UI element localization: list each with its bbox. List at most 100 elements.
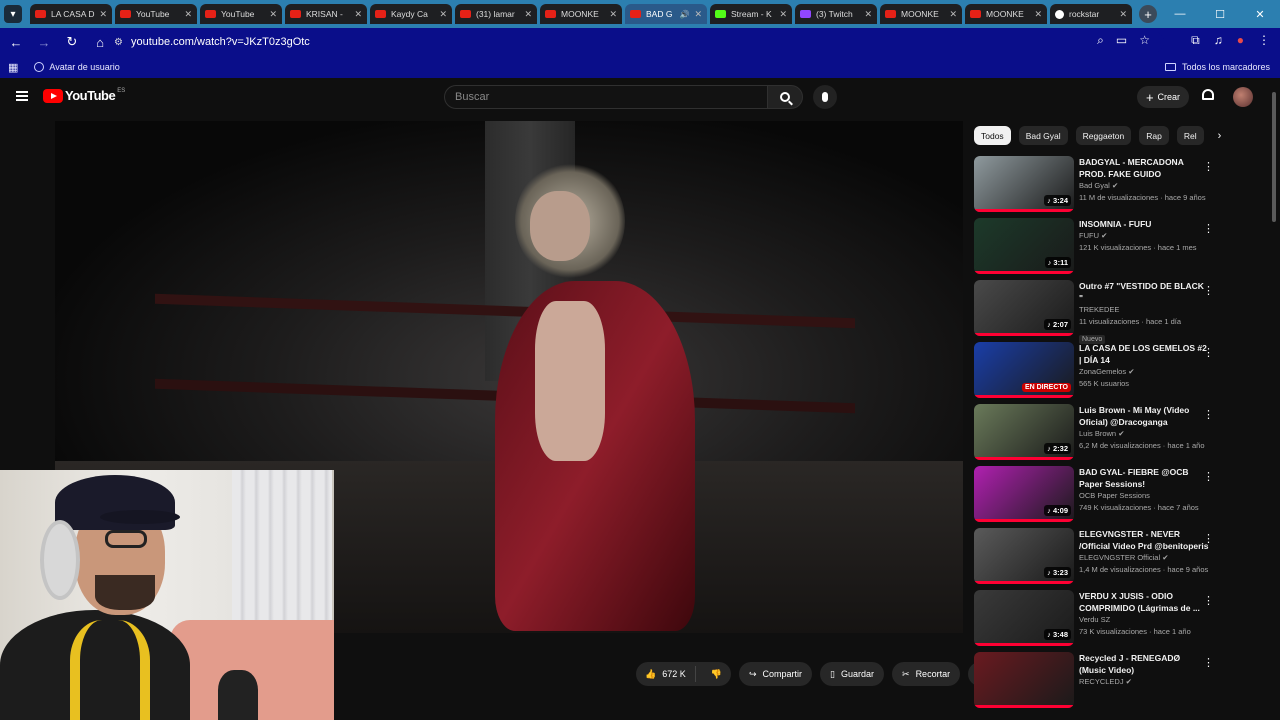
more-options-icon[interactable]: ⋮: [1203, 594, 1214, 607]
browser-tab[interactable]: BAD G 🔊 ✕: [625, 4, 707, 24]
video-thumbnail[interactable]: ♪ 2:07: [974, 280, 1074, 336]
close-tab-icon[interactable]: ✕: [694, 9, 702, 20]
video-thumbnail[interactable]: ♪ 3:23: [974, 528, 1074, 584]
recommended-video[interactable]: ♪ 3:11 INSOMNIA - FUFU FUFU ✔ 121 K visuali…: [974, 218, 1220, 280]
filter-chip[interactable]: Reggaeton: [1075, 126, 1132, 145]
video-title[interactable]: LA CASA DE LOS GEMELOS #2 | DÍA 14: [1079, 342, 1209, 366]
video-thumbnail[interactable]: ♪ 3:48: [974, 590, 1074, 646]
browser-tab[interactable]: (3) Twitch ✕: [795, 4, 877, 24]
filter-chip[interactable]: Rel: [1176, 126, 1204, 145]
maximize-icon[interactable]: ☐: [1200, 0, 1240, 28]
like-button[interactable]: 👍 672 K: [636, 666, 696, 682]
zoom-icon[interactable]: ⌕: [1097, 33, 1104, 48]
more-options-icon[interactable]: ⋮: [1203, 656, 1214, 669]
more-options-icon[interactable]: ⋮: [1203, 408, 1214, 421]
forward-icon[interactable]: →: [32, 35, 56, 50]
close-tab-icon[interactable]: ✕: [1119, 9, 1127, 20]
video-thumbnail[interactable]: ♪ 4:09: [974, 466, 1074, 522]
close-tab-icon[interactable]: ✕: [609, 9, 617, 20]
video-thumbnail[interactable]: ♪ 3:24: [974, 156, 1074, 212]
clip-button[interactable]: ✂ Recortar: [892, 662, 961, 686]
recommended-video[interactable]: ♪ 2:32 Luis Brown - Mi May (Video Oficial…: [974, 404, 1220, 466]
bookmark-avatar[interactable]: Avatar de usuario: [34, 62, 120, 72]
tab-search-icon[interactable]: ▾: [4, 5, 22, 23]
channel-name[interactable]: TREKEDEE: [1079, 304, 1209, 316]
channel-name[interactable]: ELEGVNGSTER Official ✔: [1079, 552, 1209, 564]
browser-tab[interactable]: (31) lamar ✕: [455, 4, 537, 24]
close-tab-icon[interactable]: ✕: [949, 9, 957, 20]
dislike-button[interactable]: 👎: [702, 669, 731, 680]
extensions-icon[interactable]: ⧉: [1191, 33, 1200, 48]
channel-name[interactable]: ZonaGemelos ✔: [1079, 366, 1209, 378]
more-options-icon[interactable]: ⋮: [1203, 470, 1214, 483]
filter-chip[interactable]: Rap: [1139, 126, 1169, 145]
notifications-icon[interactable]: [1202, 89, 1214, 103]
video-title[interactable]: VERDU X JUSIS - ODIO COMPRIMIDO (Lágrima…: [1079, 590, 1209, 614]
browser-menu-icon[interactable]: ⋮: [1258, 33, 1270, 48]
channel-name[interactable]: FUFU ✔: [1079, 230, 1209, 242]
share-button[interactable]: ↪ Compartir: [738, 662, 813, 686]
video-thumbnail[interactable]: ♪ 2:32: [974, 404, 1074, 460]
browser-tab[interactable]: MOONKE ✕: [540, 4, 622, 24]
browser-tab[interactable]: MOONKE ✕: [880, 4, 962, 24]
new-tab-button[interactable]: +: [1139, 5, 1157, 23]
close-tab-icon[interactable]: ✕: [864, 9, 872, 20]
menu-icon[interactable]: [16, 91, 28, 101]
video-title[interactable]: INSOMNIA - FUFU: [1079, 218, 1209, 230]
save-button[interactable]: ▯ Guardar: [820, 662, 885, 686]
minimize-icon[interactable]: —: [1160, 0, 1200, 28]
video-title[interactable]: BAD GYAL- FIEBRE @OCB Paper Sessions!: [1079, 466, 1209, 490]
chevron-right-icon[interactable]: ›: [1218, 130, 1222, 142]
close-tab-icon[interactable]: ✕: [439, 9, 447, 20]
back-icon[interactable]: ←: [4, 35, 28, 50]
more-options-icon[interactable]: ⋮: [1203, 346, 1214, 359]
channel-name[interactable]: Luis Brown ✔: [1079, 428, 1209, 440]
more-options-icon[interactable]: ⋮: [1203, 222, 1214, 235]
browser-tab[interactable]: YouTube ✕: [200, 4, 282, 24]
close-tab-icon[interactable]: ✕: [354, 9, 362, 20]
recommended-video[interactable]: ♪ 3:24 BADGYAL - MERCADONA PROD. FAKE GUI…: [974, 156, 1220, 218]
all-bookmarks[interactable]: Todos los marcadores: [1164, 62, 1270, 72]
media-icon[interactable]: ♫: [1214, 33, 1223, 48]
search-button[interactable]: [767, 85, 803, 109]
video-title[interactable]: Recycled J - RENEGADØ (Music Video): [1079, 652, 1209, 676]
close-tab-icon[interactable]: ✕: [99, 9, 107, 20]
site-info-icon[interactable]: ⚙: [114, 37, 123, 48]
video-title[interactable]: Luis Brown - Mi May (Video Oficial) @Dra…: [1079, 404, 1209, 428]
profile-icon[interactable]: ●: [1237, 33, 1244, 48]
close-window-icon[interactable]: ✕: [1240, 0, 1280, 28]
recommended-video[interactable]: ♪ 3:23 ELEGVNGSTER - NEVER /Official Vide…: [974, 528, 1220, 590]
browser-tab[interactable]: Stream - K ✕: [710, 4, 792, 24]
recommended-video[interactable]: ♪ 4:09 BAD GYAL- FIEBRE @OCB Paper Sessio…: [974, 466, 1220, 528]
browser-tab[interactable]: Kaydy Ca ✕: [370, 4, 452, 24]
apps-grid-icon[interactable]: ▦: [8, 61, 18, 74]
url-bar[interactable]: ⚙ youtube.com/watch?v=JKzT0z3gOtc: [104, 31, 1164, 53]
recommended-video[interactable]: ♪ 2:07 Outro #7 "VESTIDO DE BLACK " TREKED…: [974, 280, 1220, 344]
browser-tab[interactable]: MOONKE ✕: [965, 4, 1047, 24]
recommended-video[interactable]: ♪ 3:48 VERDU X JUSIS - ODIO COMPRIMIDO (L…: [974, 590, 1220, 652]
cast-icon[interactable]: ▭: [1116, 33, 1127, 48]
close-tab-icon[interactable]: ✕: [1034, 9, 1042, 20]
recommended-video[interactable]: Recycled J - RENEGADØ (Music Video) RECYC…: [974, 652, 1220, 714]
video-thumbnail[interactable]: ♪ 3:11: [974, 218, 1074, 274]
video-thumbnail[interactable]: EN DIRECTO: [974, 342, 1074, 398]
filter-chip[interactable]: Bad Gyal: [1018, 126, 1068, 145]
close-tab-icon[interactable]: ✕: [524, 9, 532, 20]
reload-icon[interactable]: ↻: [60, 34, 84, 50]
more-options-icon[interactable]: ⋮: [1203, 284, 1214, 297]
voice-search-button[interactable]: [813, 85, 837, 109]
browser-tab[interactable]: LA CASA D ✕: [30, 4, 112, 24]
browser-tab[interactable]: rockstar ✕: [1050, 4, 1132, 24]
channel-name[interactable]: RECYCLEDJ ✔: [1079, 676, 1209, 688]
channel-name[interactable]: Verdu SZ: [1079, 614, 1209, 626]
browser-tab[interactable]: YouTube ✕: [115, 4, 197, 24]
video-title[interactable]: BADGYAL - MERCADONA PROD. FAKE GUIDO: [1079, 156, 1209, 180]
video-title[interactable]: ELEGVNGSTER - NEVER /Official Video Prd …: [1079, 528, 1209, 552]
scrollbar[interactable]: [1270, 84, 1278, 690]
more-options-icon[interactable]: ⋮: [1203, 532, 1214, 545]
avatar[interactable]: [1233, 87, 1253, 107]
channel-name[interactable]: Bad Gyal ✔: [1079, 180, 1209, 192]
filter-chip[interactable]: Todos: [974, 126, 1011, 145]
scrollbar-thumb[interactable]: [1272, 92, 1276, 222]
close-tab-icon[interactable]: ✕: [184, 9, 192, 20]
